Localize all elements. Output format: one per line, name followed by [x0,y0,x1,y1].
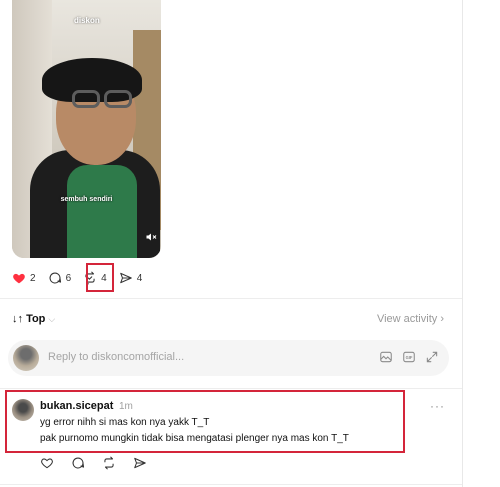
share-button[interactable]: 4 [119,271,143,285]
reply-input-bar[interactable]: Reply to diskoncomofficial... GIF [8,340,449,376]
heart-icon[interactable] [40,456,54,470]
gif-icon[interactable]: GIF [402,350,416,364]
chevron-right-icon: › [440,313,444,325]
post-action-bar: 2 6 4 4 [12,268,154,288]
view-activity-label: View activity [376,313,438,325]
divider [0,298,462,299]
post-video[interactable]: diskon sembuh sendiri [12,0,161,258]
comment-username[interactable]: bukan.sicepat [40,400,113,412]
comment-count: 6 [65,272,72,284]
video-caption: sembuh sendiri [60,196,113,203]
sort-dropdown[interactable]: ↓↑ Top ⌵ [12,313,55,325]
repost-icon[interactable] [102,456,116,470]
comment-icon [49,272,61,284]
comment-icon[interactable] [71,456,85,470]
comment-text-line: yg error nihh si mas kon nya yakk T_T [40,417,210,428]
svg-text:GIF: GIF [406,355,413,360]
thread-panel: diskon sembuh sendiri 2 6 4 4 ↓↑ Top ⌵ V… [0,0,463,487]
sort-row: ↓↑ Top ⌵ View activity › [12,313,444,327]
share-icon[interactable] [133,456,147,470]
comment-timestamp: 1m [119,401,133,412]
sort-arrows-icon: ↓↑ [12,313,23,325]
comment-text-line: pak purnomo mungkin tidak bisa mengatasi… [40,433,349,444]
sort-label: Top [26,313,46,325]
avatar [13,345,39,371]
reply-placeholder[interactable]: Reply to diskoncomofficial... [48,351,184,363]
divider [0,484,462,485]
avatar[interactable] [12,399,34,421]
comment-button[interactable]: 6 [48,271,72,285]
divider [0,388,462,389]
image-icon[interactable] [379,350,393,364]
share-icon [119,272,132,284]
comment-action-bar [40,456,164,470]
like-button[interactable]: 2 [12,271,36,285]
like-count: 2 [30,272,36,284]
chevron-down-icon: ⌵ [48,314,56,324]
repost-highlight-box [86,263,114,292]
video-brand-watermark: diskon [74,16,100,25]
more-options-icon[interactable]: ··· [430,399,445,413]
view-activity-link[interactable]: View activity › [377,313,444,325]
speaker-mute-icon[interactable] [145,231,157,243]
share-count: 4 [136,272,143,284]
expand-icon[interactable] [425,350,439,364]
heart-icon [13,273,25,284]
